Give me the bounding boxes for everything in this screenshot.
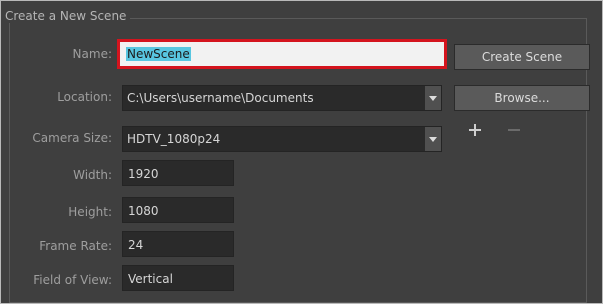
field-of-view-label: Field of View:: [33, 273, 112, 287]
location-label: Location:: [57, 90, 112, 104]
height-value: 1080: [128, 204, 159, 218]
camera-size-label: Camera Size:: [32, 131, 112, 145]
frame-rate-field[interactable]: 24: [122, 231, 234, 257]
create-scene-window: Create a New Scene Name: NewScene Create…: [0, 0, 603, 304]
frame-rate-value: 24: [128, 238, 144, 252]
plus-icon[interactable]: [467, 122, 483, 138]
minus-icon[interactable]: [506, 122, 522, 138]
field-of-view-value: Vertical: [128, 272, 173, 286]
field-of-view-field[interactable]: Vertical: [122, 265, 234, 291]
height-label: Height:: [68, 205, 112, 219]
browse-button[interactable]: Browse...: [454, 85, 590, 111]
width-field[interactable]: 1920: [122, 160, 234, 186]
create-scene-button[interactable]: Create Scene: [454, 44, 590, 70]
width-label: Width:: [73, 168, 112, 182]
group-title: Create a New Scene: [3, 9, 131, 23]
name-input-value[interactable]: NewScene: [126, 47, 191, 61]
name-field[interactable]: NewScene: [117, 39, 447, 69]
width-value: 1920: [128, 167, 159, 181]
name-label: Name:: [72, 47, 112, 61]
camera-size-value: HDTV_1080p24: [127, 132, 221, 146]
height-field[interactable]: 1080: [122, 197, 234, 223]
camera-size-combo[interactable]: HDTV_1080p24: [122, 126, 442, 152]
chevron-down-icon[interactable]: [424, 127, 441, 151]
chevron-down-icon[interactable]: [424, 86, 441, 110]
frame-rate-label: Frame Rate:: [39, 239, 112, 253]
location-value: C:\Users\username\Documents: [127, 91, 314, 105]
location-combo[interactable]: C:\Users\username\Documents: [122, 85, 442, 111]
